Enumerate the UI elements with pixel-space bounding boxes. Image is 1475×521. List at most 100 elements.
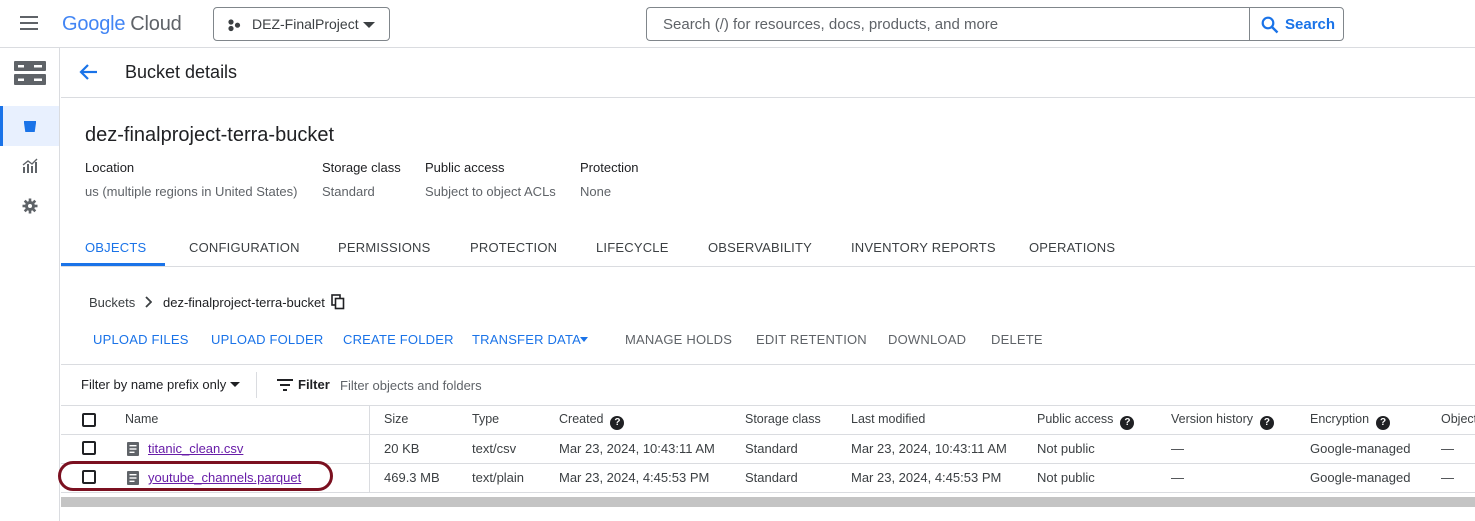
file-last-modified: Mar 23, 2024, 4:45:53 PM: [851, 470, 1002, 485]
filter-icon: [277, 378, 293, 392]
highlight-annotation-oval: [58, 461, 333, 491]
create-folder-button[interactable]: CREATE FOLDER: [343, 332, 454, 347]
search-icon: [1261, 16, 1279, 34]
transfer-data-caret-icon[interactable]: [580, 337, 588, 342]
file-type: text/csv: [472, 441, 517, 456]
rail-settings[interactable]: [0, 186, 59, 226]
search-box: [646, 7, 1250, 41]
version-history-header-label: Version history: [1171, 412, 1253, 426]
file-storage-class: Standard: [745, 441, 798, 456]
select-all-checkbox[interactable]: [82, 413, 96, 427]
actions-divider: [61, 364, 1475, 365]
caret-down-icon: [363, 22, 375, 28]
file-public-access: Not public: [1037, 441, 1095, 456]
file-object: —: [1441, 441, 1454, 456]
tab-objects[interactable]: OBJECTS: [85, 240, 146, 255]
download-button[interactable]: DOWNLOAD: [888, 332, 966, 347]
rail-buckets[interactable]: [0, 106, 59, 146]
location-label: Location: [85, 160, 135, 175]
file-encryption: Google-managed: [1310, 441, 1411, 456]
column-header-version-history[interactable]: Version history?: [1171, 412, 1274, 430]
logo-cloud-text: Cloud: [130, 13, 182, 35]
chart-icon: [22, 158, 37, 173]
column-header-created[interactable]: Created?: [559, 412, 625, 430]
help-icon[interactable]: ?: [1259, 416, 1274, 430]
tab-permissions[interactable]: PERMISSIONS: [338, 240, 431, 255]
column-header-type[interactable]: Type: [472, 412, 499, 426]
logo-google-text: Google: [62, 13, 126, 35]
rail-monitoring[interactable]: [0, 146, 59, 186]
horizontal-scrollbar[interactable]: [61, 497, 1475, 507]
manage-holds-button[interactable]: MANAGE HOLDS: [625, 332, 732, 347]
top-bar: Google Cloud DEZ-FinalProject Search: [0, 0, 1475, 48]
search-input[interactable]: [647, 8, 1250, 40]
help-icon[interactable]: ?: [610, 416, 625, 430]
file-version-history: —: [1171, 441, 1184, 456]
back-arrow-icon[interactable]: [78, 61, 100, 83]
location-value: us (multiple regions in United States): [85, 184, 298, 199]
bucket-icon: [23, 121, 36, 132]
column-header-public-access[interactable]: Public access?: [1037, 412, 1135, 430]
storage-class-value: Standard: [322, 184, 375, 199]
storage-class-label: Storage class: [322, 160, 401, 175]
file-public-access: Not public: [1037, 470, 1095, 485]
filter-prefix-dropdown[interactable]: Filter by name prefix only: [81, 377, 226, 392]
hamburger-menu-icon[interactable]: [20, 14, 40, 34]
column-header-storage-class[interactable]: Storage class: [745, 412, 821, 426]
file-encryption: Google-managed: [1310, 470, 1411, 485]
file-created: Mar 23, 2024, 10:43:11 AM: [559, 441, 715, 456]
copy-icon[interactable]: [331, 294, 347, 310]
rail-cloud-storage-logo[interactable]: [0, 51, 59, 95]
edit-retention-button[interactable]: EDIT RETENTION: [756, 332, 867, 347]
left-rail: [0, 48, 60, 521]
file-last-modified: Mar 23, 2024, 10:43:11 AM: [851, 441, 1007, 456]
project-name: DEZ-FinalProject: [252, 16, 359, 32]
tabs-divider: [61, 266, 1475, 267]
table-row-border: [61, 492, 1475, 493]
tab-lifecycle[interactable]: LIFECYCLE: [596, 240, 669, 255]
file-size: 20 KB: [384, 441, 420, 456]
column-header-object[interactable]: Object: [1441, 412, 1475, 426]
table-column-separator: [369, 405, 370, 493]
public-access-header-label: Public access: [1037, 412, 1114, 426]
file-object: —: [1441, 470, 1454, 485]
transfer-data-button[interactable]: TRANSFER DATA: [472, 332, 581, 347]
column-header-last-modified[interactable]: Last modified: [851, 412, 925, 426]
header-divider: [61, 97, 1475, 98]
created-header-label: Created: [559, 412, 604, 426]
tab-inventory-reports[interactable]: INVENTORY REPORTS: [851, 240, 996, 255]
filter-objects-input[interactable]: [340, 372, 940, 398]
tab-configuration[interactable]: CONFIGURATION: [189, 240, 300, 255]
file-name-link[interactable]: titanic_clean.csv: [148, 441, 243, 456]
search-button-label: Search: [1285, 16, 1336, 33]
filter-separator: [256, 372, 257, 398]
public-access-label: Public access: [425, 160, 505, 175]
help-icon[interactable]: ?: [1120, 416, 1135, 430]
tab-protection[interactable]: PROTECTION: [470, 240, 557, 255]
caret-down-icon[interactable]: [230, 382, 240, 387]
delete-button[interactable]: DELETE: [991, 332, 1043, 347]
column-header-name[interactable]: Name: [125, 412, 158, 426]
protection-value: None: [580, 184, 612, 199]
page-title: Bucket details: [125, 62, 238, 82]
table-header-border: [61, 434, 1475, 435]
column-header-size[interactable]: Size: [384, 412, 408, 426]
file-storage-class: Standard: [745, 470, 798, 485]
row-checkbox[interactable]: [82, 441, 96, 455]
search-button[interactable]: Search: [1249, 7, 1344, 41]
gear-icon: [22, 198, 37, 214]
upload-files-button[interactable]: UPLOAD FILES: [93, 332, 189, 347]
help-icon[interactable]: ?: [1376, 416, 1391, 430]
file-type: text/plain: [472, 470, 525, 485]
tab-observability[interactable]: OBSERVABILITY: [708, 240, 812, 255]
file-created: Mar 23, 2024, 4:45:53 PM: [559, 470, 710, 485]
upload-folder-button[interactable]: UPLOAD FOLDER: [211, 332, 323, 347]
google-cloud-logo[interactable]: Google Cloud: [62, 11, 182, 37]
tab-operations[interactable]: OPERATIONS: [1029, 240, 1115, 255]
breadcrumb-buckets[interactable]: Buckets: [89, 295, 135, 310]
breadcrumb-current-bucket: dez-finalproject-terra-bucket: [163, 295, 325, 310]
column-header-encryption[interactable]: Encryption?: [1310, 412, 1391, 430]
storage-product-icon: [13, 61, 46, 85]
protection-label: Protection: [580, 160, 639, 175]
project-picker[interactable]: DEZ-FinalProject: [213, 7, 390, 41]
